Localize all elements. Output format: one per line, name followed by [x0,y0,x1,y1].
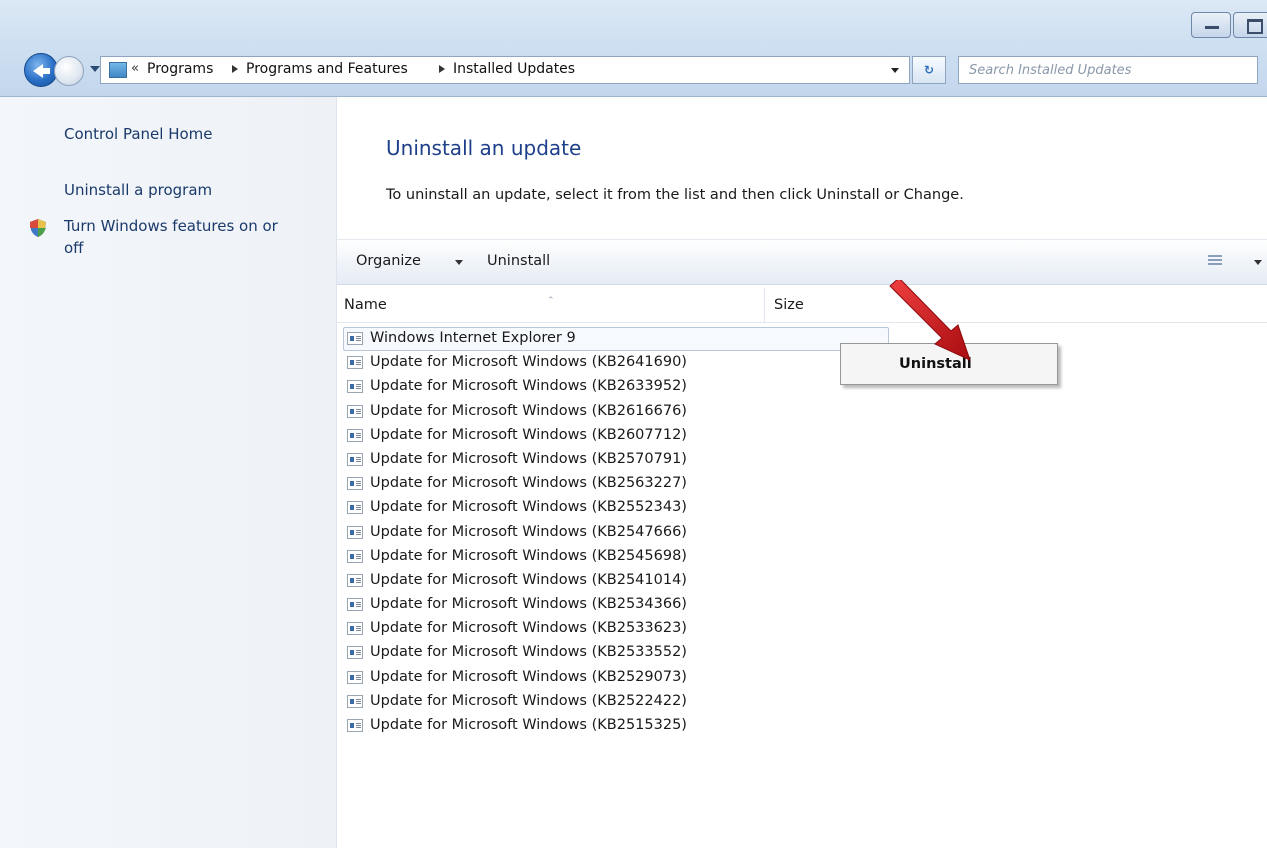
list-item[interactable]: Update for Microsoft Windows (KB2534366) [343,593,943,617]
list-item[interactable]: Update for Microsoft Windows (KB2529073) [343,666,943,690]
update-icon [347,646,363,660]
list-item[interactable]: Update for Microsoft Windows (KB2547666) [343,521,943,545]
column-header-row: Name ⌃ Size [337,288,1267,323]
update-icon [347,428,363,442]
organize-button[interactable]: Organize [356,253,421,269]
refresh-button[interactable]: ↻ [912,56,946,84]
column-header-size[interactable]: Size [767,288,1267,322]
update-name: Update for Microsoft Windows (KB2533623) [370,620,687,637]
back-button[interactable] [24,53,58,87]
task-pane: Control Panel Home Uninstall a program T… [0,97,337,848]
update-icon [347,598,363,612]
update-icon [347,670,363,684]
uninstall-a-program-link[interactable]: Uninstall a program [64,179,212,201]
list-item[interactable]: Update for Microsoft Windows (KB2515325) [343,714,943,738]
update-name: Update for Microsoft Windows (KB2607712) [370,426,687,443]
windows-features-link-continued[interactable]: off [64,237,84,259]
address-bar[interactable]: « Programs Programs and Features Install… [100,56,910,84]
list-item[interactable]: Update for Microsoft Windows (KB2533552) [343,641,943,665]
breadcrumb-separator-icon[interactable] [439,65,445,73]
update-name: Windows Internet Explorer 9 [370,330,576,346]
list-item[interactable]: Update for Microsoft Windows (KB2522422) [343,690,943,714]
uninstall-button[interactable]: Uninstall [487,253,550,269]
sort-indicator-icon: ⌃ [547,296,555,306]
maximize-icon [1247,19,1263,34]
update-name: Update for Microsoft Windows (KB2529073) [370,668,687,685]
list-item[interactable]: Update for Microsoft Windows (KB2533623) [343,617,943,641]
window-controls [1189,12,1267,38]
update-icon [347,356,363,370]
search-box[interactable] [958,56,1258,84]
list-item[interactable]: Update for Microsoft Windows (KB2563227) [343,472,943,496]
recent-pages-dropdown-icon[interactable] [90,66,100,72]
shield-icon [30,219,46,237]
update-icon [347,452,363,466]
update-name: Update for Microsoft Windows (KB2563227) [370,475,687,492]
list-item[interactable]: Update for Microsoft Windows (KB2545698) [343,545,943,569]
update-icon [347,332,363,345]
update-name: Update for Microsoft Windows (KB2522422) [370,692,687,709]
list-item[interactable]: Update for Microsoft Windows (KB2552343) [343,496,943,520]
update-name: Update for Microsoft Windows (KB2547666) [370,523,687,540]
minimize-icon [1205,26,1219,29]
update-name: Update for Microsoft Windows (KB2616676) [370,402,687,419]
address-dropdown-icon[interactable] [891,68,899,73]
organize-dropdown-icon[interactable] [455,260,463,265]
column-header-size-label: Size [774,297,804,313]
update-name: Update for Microsoft Windows (KB2570791) [370,450,687,467]
update-icon [347,549,363,563]
update-name: Update for Microsoft Windows (KB2633952) [370,378,687,395]
change-view-icon[interactable] [1208,255,1222,267]
update-icon [347,477,363,491]
minimize-button[interactable] [1191,12,1231,38]
breadcrumb-overflow[interactable]: « [131,61,139,76]
column-header-name-label: Name [344,297,387,313]
instruction-text: To uninstall an update, select it from t… [386,187,964,203]
update-icon [347,573,363,587]
control-panel-home-link[interactable]: Control Panel Home [64,123,213,145]
update-name: Update for Microsoft Windows (KB2641690) [370,354,687,371]
update-name: Update for Microsoft Windows (KB2545698) [370,547,687,564]
update-icon [347,622,363,636]
list-item[interactable]: Update for Microsoft Windows (KB2607712) [343,424,943,448]
update-icon [347,525,363,539]
update-name: Update for Microsoft Windows (KB2534366) [370,596,687,613]
forward-button[interactable] [54,56,84,86]
update-name: Update for Microsoft Windows (KB2552343) [370,499,687,516]
update-icon [347,501,363,515]
update-name: Update for Microsoft Windows (KB2541014) [370,571,687,588]
title-bar: « Programs Programs and Features Install… [0,0,1267,97]
breadcrumb-separator-icon[interactable] [232,65,238,73]
annotation-arrow-icon [889,280,971,361]
search-input[interactable] [959,57,1257,83]
maximize-button[interactable] [1233,12,1267,38]
update-icon [347,719,363,732]
list-item[interactable]: Update for Microsoft Windows (KB2570791) [343,448,943,472]
column-header-name[interactable]: Name ⌃ [337,288,765,322]
breadcrumb-installed-updates[interactable]: Installed Updates [453,61,575,77]
list-item[interactable]: Update for Microsoft Windows (KB2616676) [343,400,943,424]
update-name: Update for Microsoft Windows (KB2515325) [370,717,687,733]
refresh-icon: ↻ [923,63,935,77]
update-icon [347,404,363,418]
update-icon [347,694,363,708]
update-name: Update for Microsoft Windows (KB2533552) [370,644,687,661]
updates-list: Windows Internet Explorer 9 Update for Mi… [343,327,943,738]
update-icon [347,380,363,394]
windows-features-link[interactable]: Turn Windows features on or [64,215,278,237]
page-title: Uninstall an update [386,136,582,160]
control-panel-icon [109,62,127,78]
command-bar: Organize Uninstall [337,239,1267,285]
breadcrumb-programs-and-features[interactable]: Programs and Features [246,61,408,77]
list-item[interactable]: Update for Microsoft Windows (KB2541014) [343,569,943,593]
view-options-dropdown-icon[interactable] [1254,260,1262,265]
breadcrumb-programs[interactable]: Programs [147,61,213,77]
